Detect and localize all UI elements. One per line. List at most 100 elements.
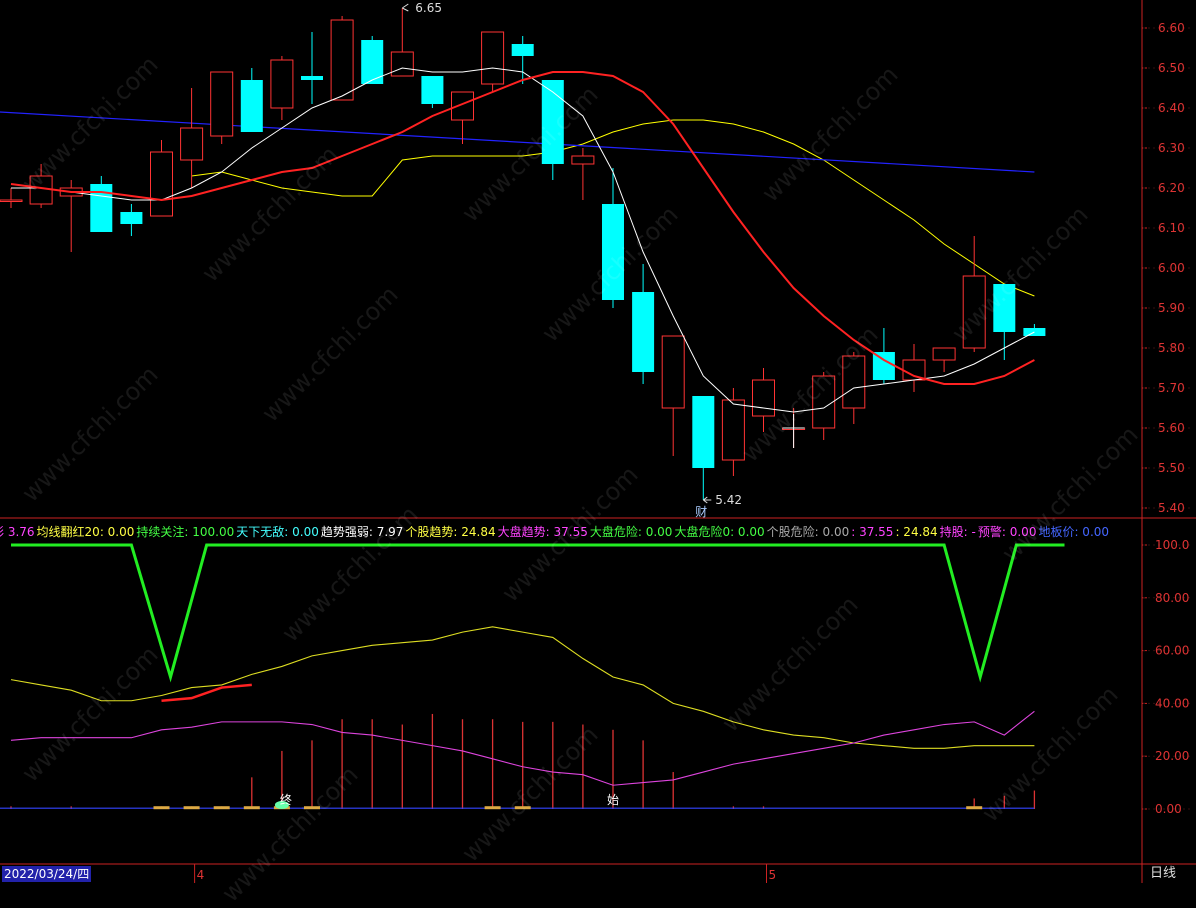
low-arrow	[703, 496, 712, 504]
series-持续关注	[11, 543, 1065, 683]
signal-tick	[213, 806, 230, 810]
candle-body-up	[842, 355, 866, 409]
candle	[150, 140, 173, 217]
indicator-value: 天下无敌: 0.00	[236, 525, 319, 539]
candle	[993, 284, 1016, 360]
indicator-value: : 37.55	[851, 525, 894, 539]
price-tick-label: 5.70	[1158, 381, 1185, 395]
price-tick-label: 6.10	[1158, 221, 1185, 235]
signal-tick	[183, 806, 200, 810]
candle	[210, 71, 234, 144]
candle-body-up	[962, 275, 986, 349]
candle	[451, 91, 474, 144]
indicator-tick-label: 0.00	[1155, 802, 1182, 816]
start-marker: 始	[607, 793, 619, 807]
indicator-value: 彩 3.76	[0, 525, 35, 539]
indicator-tick-label: 60.00	[1155, 644, 1189, 658]
indicator-value: 个股危险: 0.00	[766, 525, 850, 539]
price-tick-label: 6.30	[1158, 141, 1185, 155]
candle-body-up	[571, 155, 595, 165]
indicator-tick-label: 20.00	[1155, 749, 1189, 763]
indicator-value: 趋势强弱: 7.97	[320, 525, 404, 539]
candle	[602, 168, 624, 308]
price-tick-label: 5.60	[1158, 421, 1185, 435]
candle	[481, 31, 505, 92]
month-label: 5	[769, 868, 777, 882]
candle	[692, 396, 715, 500]
event-tag: 财	[695, 505, 707, 519]
candle	[330, 16, 354, 101]
stock-chart[interactable]: 6.60 6.50 6.40 6.30 6.20 6.10 6.00 5.90 5.80 5.70…	[0, 0, 1196, 883]
candle	[120, 204, 143, 236]
candle-body-up	[180, 127, 204, 161]
candle	[902, 344, 926, 392]
candle-body-down	[872, 352, 895, 380]
cursor-date: 2022/03/24/四	[2, 866, 92, 882]
price-tick-label: 6.50	[1158, 61, 1185, 75]
candle-body-up	[481, 31, 505, 85]
candle	[632, 264, 655, 384]
price-tick-label: 6.00	[1158, 261, 1185, 275]
candle-body-up	[330, 19, 354, 101]
candle	[90, 176, 113, 232]
price-tick-label: 5.80	[1158, 341, 1185, 355]
low-price-label: 5.42	[715, 493, 742, 507]
candle-body-up	[932, 347, 956, 361]
candle	[571, 148, 595, 200]
candle-body-down	[421, 76, 444, 104]
month-label: 4	[197, 868, 205, 882]
indicator-header: 彩 3.76均线翻红20: 0.00持续关注: 100.00天下无敌: 0.00…	[0, 522, 1132, 542]
price-tick-label: 6.60	[1158, 21, 1185, 35]
indicator-value: 个股趋势: 24.84	[405, 525, 496, 539]
price-tick-label: 5.50	[1158, 461, 1185, 475]
indicator-value: 大盘趋势: 37.55	[497, 525, 588, 539]
candle-body-up	[661, 335, 685, 409]
indicator-value: : 24.84	[895, 525, 938, 539]
candle	[240, 68, 263, 132]
candle-body-down	[632, 292, 655, 372]
candle	[812, 372, 836, 440]
candle-body-up	[210, 71, 234, 137]
high-price-label: 6.65	[415, 1, 442, 15]
candle	[270, 56, 294, 120]
candle-body-up	[270, 59, 294, 109]
candle-body-up	[150, 151, 173, 217]
signal-tick	[514, 806, 531, 810]
candle-body-down	[301, 76, 323, 80]
price-tick-label: 6.40	[1158, 101, 1185, 115]
candle	[180, 88, 204, 188]
signal-tick	[243, 806, 260, 810]
candle	[0, 188, 23, 208]
candle-body-up	[0, 199, 23, 202]
price-tick-label: 6.20	[1158, 181, 1185, 195]
indicator-value: 持续关注: 100.00	[136, 525, 235, 539]
period-label[interactable]: 日线	[1150, 866, 1176, 882]
candle-body-down	[240, 80, 263, 132]
ma10-line	[10, 71, 1035, 385]
candle-body-down	[993, 284, 1016, 332]
indicator-tick-label: 80.00	[1155, 591, 1189, 605]
candle	[752, 368, 775, 432]
price-tick-label: 5.90	[1158, 301, 1185, 315]
end-marker: 终	[280, 792, 292, 807]
candle-body-up	[752, 379, 775, 417]
high-arrow	[402, 3, 409, 12]
candle-body-up	[721, 399, 745, 461]
indicator-value: 均线翻红20: 0.00	[36, 525, 135, 539]
series-均线翻红20	[161, 683, 252, 703]
candle	[721, 388, 745, 476]
candle-body-down	[602, 204, 624, 300]
signal-tick	[484, 806, 501, 810]
indicator-value: 大盘危险: 0.00	[589, 525, 673, 539]
signal-tick	[304, 806, 320, 810]
candle	[962, 236, 986, 352]
candle-body-down	[692, 396, 715, 468]
candle-body-up	[812, 375, 836, 429]
candle	[1023, 324, 1046, 336]
indicator-value: 地板价: 0.00	[1038, 525, 1110, 539]
indicator-value: 预警: 0.00	[977, 525, 1037, 539]
signal-tick	[966, 806, 983, 810]
candle	[421, 76, 444, 108]
candle-body-down	[511, 44, 534, 56]
candle-body-down	[120, 212, 143, 224]
